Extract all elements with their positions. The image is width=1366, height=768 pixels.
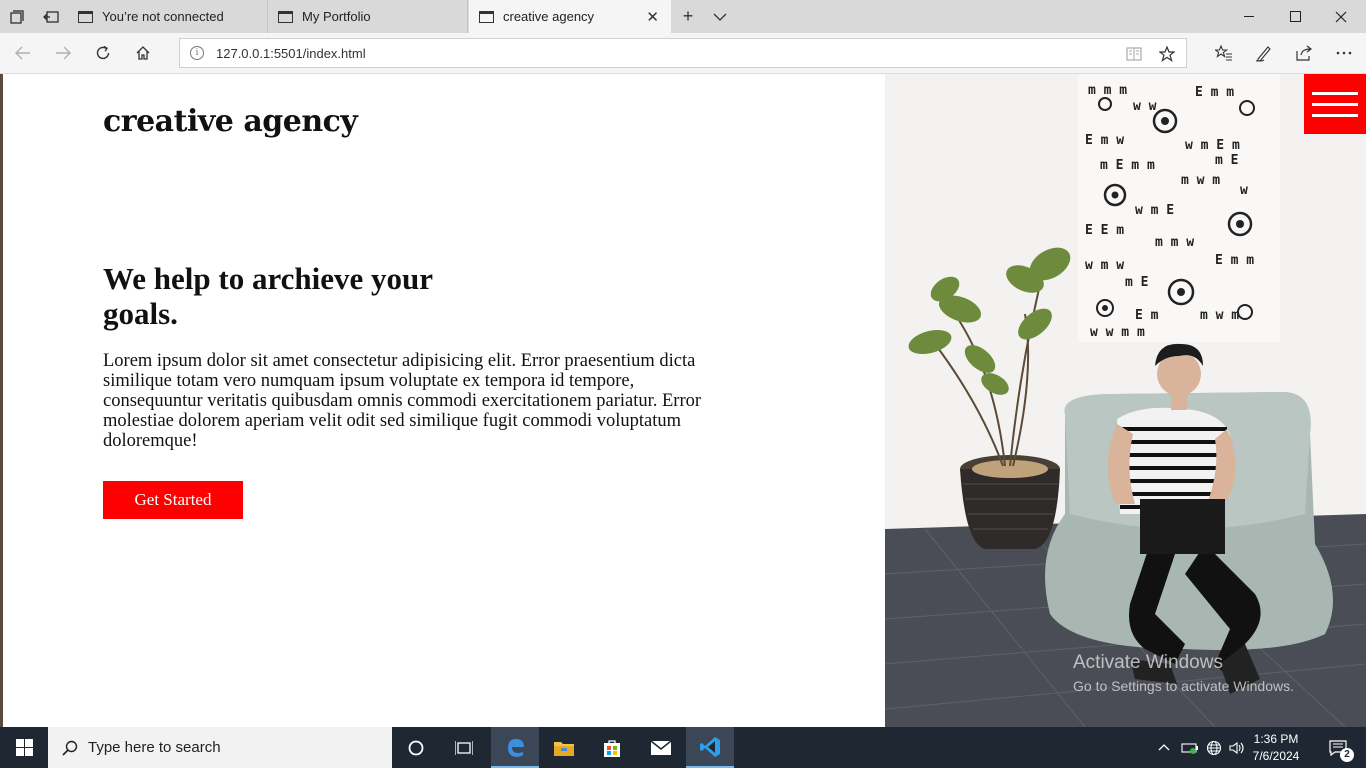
clock-time: 1:36 PM xyxy=(1253,732,1299,746)
page-icon xyxy=(479,10,494,23)
site-info-icon[interactable]: i xyxy=(190,46,204,60)
tab-label: My Portfolio xyxy=(302,9,371,24)
menu-bar xyxy=(1312,113,1358,117)
browser-toolbar: i 127.0.0.1:5501/index.html xyxy=(0,33,1366,74)
address-text[interactable]: 127.0.0.1:5501/index.html xyxy=(216,46,366,61)
cortana-icon[interactable] xyxy=(392,727,440,768)
search-icon xyxy=(62,740,78,756)
set-tabs-aside-icon[interactable] xyxy=(34,0,68,33)
home-button[interactable] xyxy=(123,33,163,73)
hero-image: m m m w w E m m E m w w m E m m E m m m w m w… xyxy=(885,74,1366,727)
menu-bar xyxy=(1312,91,1358,95)
svg-text:w w m m: w w m m xyxy=(1090,325,1145,340)
task-view-icon[interactable] xyxy=(440,727,488,768)
tab-label: creative agency xyxy=(503,9,595,24)
favorites-hub-icon[interactable] xyxy=(1204,33,1244,73)
refresh-button[interactable] xyxy=(83,33,123,73)
tab-my-portfolio[interactable]: My Portfolio xyxy=(268,0,468,33)
taskbar-search-box[interactable]: Type here to search xyxy=(48,727,392,768)
svg-text:E m m: E m m xyxy=(1215,253,1254,268)
tab-not-connected[interactable]: You’re not connected xyxy=(68,0,268,33)
search-placeholder: Type here to search xyxy=(88,739,221,756)
menu-bar xyxy=(1312,102,1358,106)
close-tab-icon[interactable]: ✕ xyxy=(646,8,659,26)
vscode-icon[interactable] xyxy=(686,727,734,768)
back-button[interactable] xyxy=(3,33,43,73)
page-icon xyxy=(278,10,293,23)
windows-taskbar: Type here to search 1:36 PM 7/6/2024 2 xyxy=(0,727,1366,768)
svg-text:w w: w w xyxy=(1133,99,1157,114)
svg-text:m E: m E xyxy=(1125,275,1148,290)
close-window-button[interactable] xyxy=(1318,0,1364,33)
more-options-icon[interactable] xyxy=(1324,33,1364,73)
svg-text:E m m: E m m xyxy=(1195,85,1234,100)
hamburger-menu-button[interactable] xyxy=(1304,74,1366,134)
svg-text:m m w: m m w xyxy=(1155,235,1194,250)
clock-date: 7/6/2024 xyxy=(1252,749,1300,763)
notification-count-badge: 2 xyxy=(1340,748,1354,762)
svg-text:m E: m E xyxy=(1215,153,1238,168)
activate-windows-watermark: Activate Windows Go to Settings to activ… xyxy=(1073,652,1294,694)
battery-icon[interactable] xyxy=(1178,727,1202,768)
new-tab-button[interactable]: + xyxy=(672,0,704,33)
minimize-button[interactable] xyxy=(1226,0,1272,33)
web-note-pen-icon[interactable] xyxy=(1244,33,1284,73)
svg-text:m w m: m w m xyxy=(1181,173,1220,188)
hero-headline: We help to archieve your goals. xyxy=(103,261,433,331)
forward-button[interactable] xyxy=(43,33,83,73)
reading-view-icon[interactable] xyxy=(1124,44,1144,64)
tab-creative-agency[interactable]: creative agency ✕ xyxy=(469,0,671,33)
tab-label: You’re not connected xyxy=(102,9,224,24)
favorite-star-icon[interactable] xyxy=(1157,44,1177,64)
svg-text:E E m: E E m xyxy=(1085,223,1124,238)
system-clock[interactable]: 1:36 PM 7/6/2024 xyxy=(1246,731,1306,765)
watermark-subtitle: Go to Settings to activate Windows. xyxy=(1073,678,1294,694)
svg-text:m E m m: m E m m xyxy=(1100,158,1155,173)
file-explorer-icon[interactable] xyxy=(540,727,588,768)
page-viewport: creative agency We help to archieve your… xyxy=(0,74,1366,727)
svg-text:w m E: w m E xyxy=(1135,203,1174,218)
window-edge xyxy=(0,74,3,727)
browser-tab-bar: You’re not connected My Portfolio creati… xyxy=(0,0,1366,33)
maximize-button[interactable] xyxy=(1272,0,1318,33)
volume-icon[interactable] xyxy=(1226,727,1248,768)
tab-actions-icon[interactable] xyxy=(0,0,34,33)
svg-text:w: w xyxy=(1240,183,1248,198)
share-icon[interactable] xyxy=(1284,33,1324,73)
svg-text:E m w: E m w xyxy=(1085,133,1124,148)
network-globe-icon[interactable] xyxy=(1202,727,1226,768)
store-icon[interactable] xyxy=(588,727,636,768)
svg-text:m w m: m w m xyxy=(1200,308,1239,323)
windows-logo-icon xyxy=(15,739,33,756)
svg-text:E m: E m xyxy=(1135,308,1159,323)
start-button[interactable] xyxy=(0,727,48,768)
svg-text:w m E m: w m E m xyxy=(1185,138,1240,153)
get-started-button[interactable]: Get Started xyxy=(103,481,243,519)
page-icon xyxy=(78,10,93,23)
hero-description: Lorem ipsum dolor sit amet consectetur a… xyxy=(103,351,702,451)
edge-icon[interactable] xyxy=(491,727,539,768)
action-center-button[interactable]: 2 xyxy=(1318,727,1358,768)
address-bar[interactable]: i 127.0.0.1:5501/index.html xyxy=(179,38,1187,68)
svg-text:m m m: m m m xyxy=(1088,83,1127,98)
show-hidden-icons-chevron[interactable] xyxy=(1154,727,1174,768)
watermark-title: Activate Windows xyxy=(1073,652,1223,673)
mail-icon[interactable] xyxy=(637,727,685,768)
svg-text:w m w: w m w xyxy=(1085,258,1124,273)
tab-preview-chevron-icon[interactable] xyxy=(704,0,736,33)
site-logo[interactable]: creative agency xyxy=(103,104,358,139)
